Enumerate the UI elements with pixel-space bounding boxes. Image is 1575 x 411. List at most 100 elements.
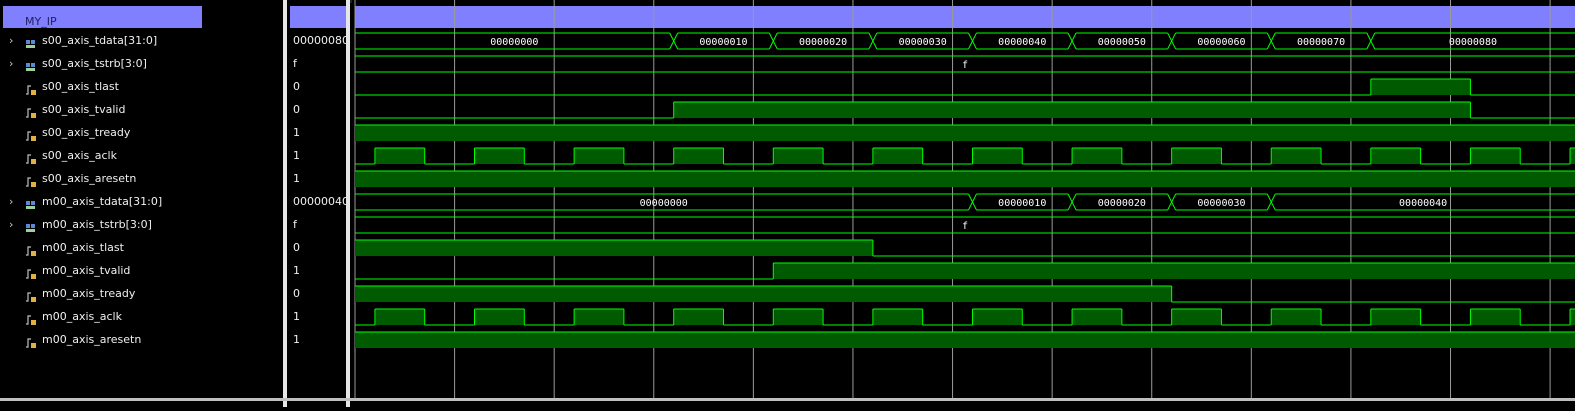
signal-row[interactable]: s00_axis_tready bbox=[0, 122, 283, 144]
bus-value-label: 00000040 bbox=[998, 37, 1046, 48]
wave-high-fill bbox=[1370, 79, 1471, 95]
wave-high-fill bbox=[773, 309, 824, 325]
wave-high-fill bbox=[972, 309, 1023, 325]
bus-value-label: 00000030 bbox=[899, 37, 947, 48]
wave-high-fill bbox=[773, 148, 824, 164]
bit-icon bbox=[25, 104, 37, 118]
bus-value-label: 00000010 bbox=[998, 198, 1046, 209]
wave-high-fill bbox=[1470, 148, 1521, 164]
signal-row[interactable]: › m00_axis_tdata[31:0] bbox=[0, 191, 283, 213]
signal-name: s00_axis_aclk bbox=[42, 149, 117, 162]
wave-high-fill bbox=[1171, 309, 1222, 325]
signal-value: 1 bbox=[293, 310, 300, 323]
signal-row[interactable]: m00_axis_tvalid bbox=[0, 260, 283, 282]
bus-value-label: 00000060 bbox=[1197, 37, 1245, 48]
signal-row[interactable]: › m00_axis_tstrb[3:0] bbox=[0, 214, 283, 236]
bit-icon bbox=[25, 150, 37, 164]
bus-value-label: 00000040 bbox=[1399, 198, 1447, 209]
signal-value: 0 bbox=[293, 287, 300, 300]
bus-value-label: 00000080 bbox=[1449, 37, 1497, 48]
signal-row[interactable]: › s00_axis_tstrb[3:0] bbox=[0, 53, 283, 75]
wave-high-fill bbox=[673, 102, 1471, 118]
signal-value: 1 bbox=[293, 126, 300, 139]
wave-high-fill bbox=[872, 309, 923, 325]
signal-name: m00_axis_tready bbox=[42, 287, 136, 300]
signal-name: m00_axis_tlast bbox=[42, 241, 124, 254]
bus-value-label: 00000030 bbox=[1197, 198, 1245, 209]
signal-row[interactable]: s00_axis_aresetn bbox=[0, 168, 283, 190]
signal-row[interactable]: m00_axis_tlast bbox=[0, 237, 283, 259]
group-row-my-ip[interactable]: MY_IP bbox=[3, 6, 202, 28]
wave-high-fill bbox=[872, 148, 923, 164]
bus-icon bbox=[25, 196, 37, 209]
horizontal-scrollbar[interactable] bbox=[0, 398, 1575, 401]
signal-value: f bbox=[293, 218, 297, 231]
wave-high-fill bbox=[355, 125, 1575, 141]
signal-name: m00_axis_tdata[31:0] bbox=[42, 195, 163, 208]
bit-icon bbox=[25, 173, 37, 187]
wave-high-fill bbox=[574, 309, 624, 325]
bus-value-label: 00000020 bbox=[799, 37, 847, 48]
chevron-right-icon[interactable]: › bbox=[9, 191, 13, 213]
bit-icon bbox=[25, 334, 37, 348]
signal-name-column: MY_IP › s00_axis_tdata[31:0] › s00_axis_tst… bbox=[0, 0, 283, 407]
wave-high-fill bbox=[355, 240, 873, 256]
wave-high-fill bbox=[1570, 309, 1575, 325]
bus-value-label: 00000020 bbox=[1098, 198, 1146, 209]
wave-high-fill bbox=[374, 309, 425, 325]
wave-high-fill bbox=[355, 286, 1172, 302]
signal-value: 0 bbox=[293, 103, 300, 116]
signal-value: 1 bbox=[293, 264, 300, 277]
bus-value-label: 00000050 bbox=[1098, 37, 1146, 48]
signal-name: s00_axis_tstrb[3:0] bbox=[42, 57, 147, 70]
signal-row[interactable]: m00_axis_aclk bbox=[0, 306, 283, 328]
waveform-canvas[interactable]: 00000000 00000010 00000020 00000030 00000040… bbox=[352, 0, 1575, 407]
wave-high-fill bbox=[1570, 148, 1575, 164]
signal-row[interactable]: s00_axis_tlast bbox=[0, 76, 283, 98]
wave-high-fill bbox=[1370, 148, 1421, 164]
signal-name: m00_axis_tstrb[3:0] bbox=[42, 218, 152, 231]
wave-high-fill bbox=[1072, 148, 1122, 164]
wave-high-fill bbox=[1271, 148, 1322, 164]
bus-value-label: 00000070 bbox=[1297, 37, 1345, 48]
signal-row[interactable]: m00_axis_tready bbox=[0, 283, 283, 305]
bus-value-label: 00000000 bbox=[490, 37, 538, 48]
bit-icon bbox=[25, 242, 37, 256]
value-wave-divider[interactable] bbox=[346, 0, 350, 407]
wave-high-fill bbox=[1370, 309, 1421, 325]
signal-name: m00_axis_tvalid bbox=[42, 264, 131, 277]
signal-value: 1 bbox=[293, 172, 300, 185]
waveform-viewer: MY_IP › s00_axis_tdata[31:0] › s00_axis_tst… bbox=[0, 0, 1575, 407]
wave-high-fill bbox=[773, 263, 1575, 279]
signal-value: f bbox=[293, 57, 297, 70]
wave-high-fill bbox=[673, 148, 724, 164]
bit-icon bbox=[25, 81, 37, 95]
wave-high-fill bbox=[574, 148, 624, 164]
signal-name: s00_axis_aresetn bbox=[42, 172, 137, 185]
signal-value: 00000080 bbox=[293, 34, 349, 47]
signal-name: m00_axis_aclk bbox=[42, 310, 122, 323]
chevron-right-icon[interactable]: › bbox=[9, 30, 13, 52]
bit-icon bbox=[25, 311, 37, 325]
bit-icon bbox=[25, 127, 37, 141]
wave-high-fill bbox=[355, 332, 1575, 348]
wave-high-fill bbox=[1072, 309, 1122, 325]
wave-high-fill bbox=[972, 148, 1023, 164]
bus-value-label: f bbox=[962, 221, 968, 232]
signal-value: 0 bbox=[293, 241, 300, 254]
bit-icon bbox=[25, 288, 37, 302]
wave-high-fill bbox=[374, 148, 425, 164]
wave-high-fill bbox=[355, 171, 1575, 187]
bus-value-label: 00000000 bbox=[640, 198, 688, 209]
signal-row[interactable]: m00_axis_aresetn bbox=[0, 329, 283, 351]
chevron-right-icon[interactable]: › bbox=[9, 214, 13, 236]
signal-name: s00_axis_tready bbox=[42, 126, 131, 139]
signal-row[interactable]: s00_axis_tvalid bbox=[0, 99, 283, 121]
signal-row[interactable]: s00_axis_aclk bbox=[0, 145, 283, 167]
signal-name: m00_axis_aresetn bbox=[42, 333, 142, 346]
wave-high-fill bbox=[673, 309, 724, 325]
wave-high-fill bbox=[1470, 309, 1521, 325]
chevron-right-icon[interactable]: › bbox=[9, 53, 13, 75]
signal-row[interactable]: › s00_axis_tdata[31:0] bbox=[0, 30, 283, 52]
waveform-pane[interactable]: 00000000 00000010 00000020 00000030 00000040… bbox=[352, 0, 1575, 407]
